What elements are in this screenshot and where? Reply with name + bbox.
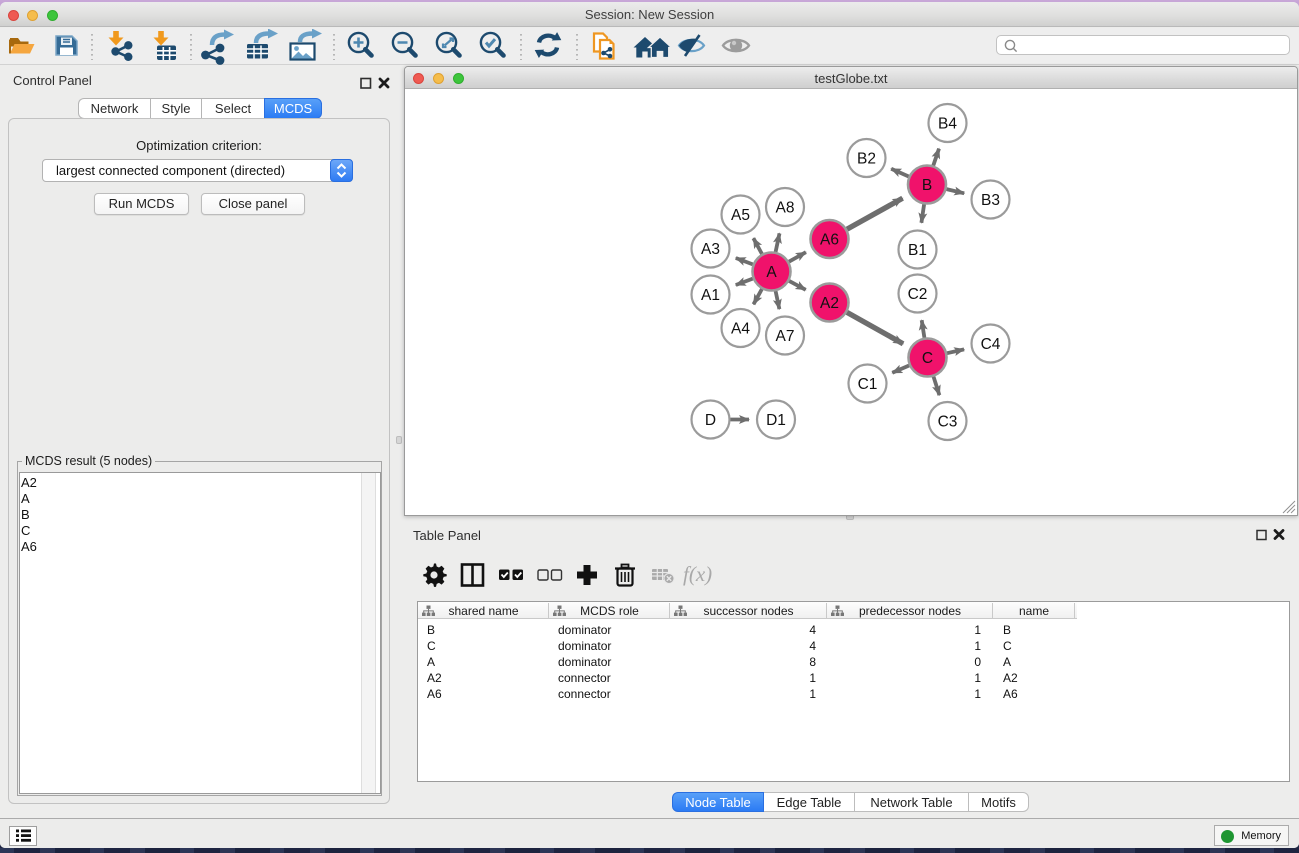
svg-text:B3: B3 bbox=[981, 192, 1000, 209]
svg-text:A4: A4 bbox=[731, 321, 750, 338]
svg-text:C2: C2 bbox=[908, 286, 928, 303]
svg-text:C4: C4 bbox=[981, 336, 1001, 353]
svg-text:A3: A3 bbox=[701, 241, 720, 258]
svg-text:C: C bbox=[922, 350, 933, 367]
svg-text:A6: A6 bbox=[820, 232, 839, 249]
svg-text:C3: C3 bbox=[938, 414, 958, 431]
svg-text:A8: A8 bbox=[776, 200, 795, 217]
svg-text:D: D bbox=[705, 412, 716, 429]
svg-text:B: B bbox=[922, 177, 932, 194]
svg-text:A2: A2 bbox=[820, 295, 839, 312]
svg-text:A: A bbox=[766, 264, 777, 281]
svg-text:B2: B2 bbox=[857, 151, 876, 168]
svg-text:B1: B1 bbox=[908, 242, 927, 259]
svg-text:B4: B4 bbox=[938, 116, 957, 133]
svg-text:A1: A1 bbox=[701, 287, 720, 304]
svg-text:D1: D1 bbox=[766, 412, 786, 429]
svg-text:A5: A5 bbox=[731, 207, 750, 224]
svg-text:A7: A7 bbox=[776, 328, 795, 345]
svg-text:C1: C1 bbox=[858, 376, 878, 393]
